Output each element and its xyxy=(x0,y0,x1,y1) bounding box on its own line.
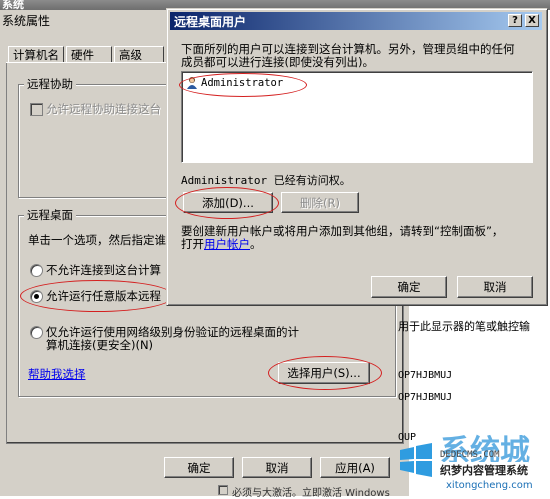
dialog-footer-line-2: 打开用户帐户。 xyxy=(181,236,262,252)
side-text-line-1: 用于此显示器的笔或触控输 xyxy=(398,320,530,333)
system-apply-label: 应用(A) xyxy=(335,460,375,475)
activation-icon xyxy=(218,485,228,495)
windows-logo-icon xyxy=(396,440,436,480)
access-status-text: Administrator 已经有访问权。 xyxy=(181,174,351,187)
footer-prefix: 打开 xyxy=(181,237,204,251)
tab-computer-name[interactable]: 计算机名 xyxy=(8,46,64,62)
system-ok-label: 确定 xyxy=(187,460,211,475)
watermark-site-name: 织梦内容管理系统 xyxy=(440,462,528,478)
remove-button-label: 删除(R) xyxy=(300,195,340,210)
highlight-select-users xyxy=(268,356,382,390)
highlight-add-button xyxy=(175,187,279,219)
highlight-administrator xyxy=(179,73,307,97)
radio-allow-nla-only[interactable] xyxy=(30,326,43,339)
radio-disallow-connections[interactable] xyxy=(30,264,43,277)
watermark-site-url: DEDECMS.COM xyxy=(440,450,500,460)
dialog-description-line-2: 成员都可以进行连接(即使没有列出)。 xyxy=(181,55,374,69)
help-button[interactable]: ? xyxy=(508,14,522,27)
dialog-ok-label: 确定 xyxy=(397,280,421,294)
tab-hardware[interactable]: 硬件 xyxy=(66,46,112,62)
user-accounts-link[interactable]: 用户帐户 xyxy=(204,237,250,251)
dialog-cancel-label: 取消 xyxy=(483,280,507,294)
side-text-line-3: OP7HJBMUJ xyxy=(398,392,453,403)
remote-desktop-instruction: 单击一个选项，然后指定谁 xyxy=(28,233,166,247)
activation-notice: 必须与大激活。立即激活 Windows xyxy=(232,488,390,499)
system-ok-button[interactable]: 确定 xyxy=(164,457,234,478)
dialog-ok-button[interactable]: 确定 xyxy=(371,276,447,298)
remote-desktop-users-dialog: 远程桌面用户 ? X 下面所列的用户可以连接到这台计算机。另外，管理员组中的任何… xyxy=(166,8,548,306)
close-button[interactable]: X xyxy=(525,14,539,27)
dialog-cancel-button[interactable]: 取消 xyxy=(457,276,533,298)
remote-assistance-checkbox[interactable] xyxy=(30,103,43,116)
remote-desktop-group-label: 远程桌面 xyxy=(24,207,76,223)
system-cancel-label: 取消 xyxy=(265,460,289,475)
radio-disallow-connections-label: 不允许连接到这台计算 xyxy=(46,263,161,277)
remote-assistance-checkbox-label: 允许远程协助连接这台 xyxy=(46,102,161,116)
dialog-titlebar: 远程桌面用户 ? X xyxy=(170,12,542,30)
system-cancel-button[interactable]: 取消 xyxy=(242,457,312,478)
watermark-domain: xitongcheng.com xyxy=(446,480,533,491)
dialog-title: 远程桌面用户 xyxy=(174,15,247,29)
tab-advanced[interactable]: 高级 xyxy=(114,46,164,62)
help-me-choose-link[interactable]: 帮助我选择 xyxy=(28,366,86,382)
side-text-line-2: OP7HJBMUJ xyxy=(398,370,453,381)
highlight-allow-any-version xyxy=(20,280,174,312)
radio-allow-nla-only-label-2: 算机连接(更安全)(N) xyxy=(46,338,154,352)
system-properties-title: 系统属性 xyxy=(2,14,51,28)
system-apply-button[interactable]: 应用(A) xyxy=(320,457,390,478)
footer-suffix: 。 xyxy=(250,237,262,251)
remove-button[interactable]: 删除(R) xyxy=(281,192,359,213)
remote-assistance-group-label: 远程协助 xyxy=(24,76,76,92)
